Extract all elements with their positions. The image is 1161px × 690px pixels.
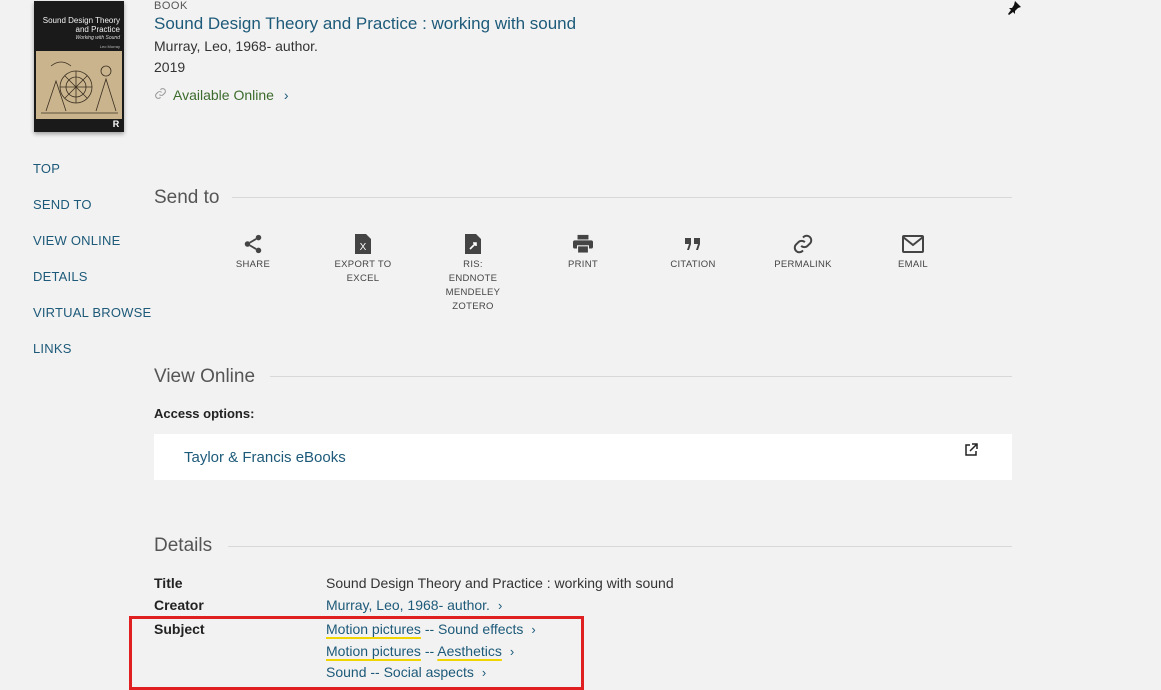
access-options-label: Access options: <box>154 406 255 421</box>
share-button[interactable]: SHARE <box>218 232 288 272</box>
subject-highlight-box <box>129 616 584 690</box>
nav-details[interactable]: DETAILS <box>33 268 151 304</box>
divider <box>232 197 1012 198</box>
external-link-icon[interactable] <box>964 443 978 462</box>
cover-author: Leo Murray <box>99 44 120 49</box>
nav-virtual-browse[interactable]: VIRTUAL BROWSE <box>33 304 151 340</box>
chevron-right-icon: › <box>283 87 289 103</box>
details-heading: Details <box>154 535 213 556</box>
excel-icon: X <box>328 232 398 256</box>
nav-view-online[interactable]: VIEW ONLINE <box>33 232 151 268</box>
availability-text: Available Online <box>173 87 274 103</box>
citation-label: CITATION <box>670 259 716 270</box>
print-label: PRINT <box>568 259 598 270</box>
chevron-right-icon: › <box>497 598 503 613</box>
creator-label: Creator <box>154 597 204 613</box>
export-excel-label: EXPORT TO EXCEL <box>334 259 392 284</box>
nav-send-to[interactable]: SEND TO <box>33 196 151 232</box>
link-icon <box>768 232 838 256</box>
record-title[interactable]: Sound Design Theory and Practice : worki… <box>154 14 576 34</box>
view-online-heading: View Online <box>154 366 256 387</box>
nav-links[interactable]: LINKS <box>33 340 151 376</box>
link-icon <box>154 87 167 103</box>
divider <box>228 546 1012 547</box>
svg-text:X: X <box>360 242 367 253</box>
quote-icon <box>658 232 728 256</box>
cover-subtitle: Working with Sound <box>75 35 120 41</box>
access-option-row[interactable]: Taylor & Francis eBooks <box>154 434 1012 480</box>
provider-link[interactable]: Taylor & Francis eBooks <box>184 449 346 466</box>
resource-type: BOOK <box>154 0 188 12</box>
ris-export-button[interactable]: RIS: ENDNOTE MENDELEY ZOTERO <box>438 232 508 314</box>
record-year: 2019 <box>154 59 186 75</box>
title-label: Title <box>154 575 183 591</box>
creator-link-text: Murray, Leo, 1968- author. <box>326 597 490 613</box>
print-button[interactable]: PRINT <box>548 232 618 272</box>
pin-icon[interactable] <box>1006 0 1022 16</box>
book-cover[interactable]: Sound Design Theory and Practice Working… <box>34 1 124 132</box>
creator-link[interactable]: Murray, Leo, 1968- author. › <box>326 597 502 613</box>
print-icon <box>548 232 618 256</box>
section-nav: TOP SEND TO VIEW ONLINE DETAILS VIRTUAL … <box>33 160 151 376</box>
export-excel-button[interactable]: X EXPORT TO EXCEL <box>328 232 398 286</box>
email-button[interactable]: EMAIL <box>878 232 948 272</box>
email-label: EMAIL <box>897 259 928 270</box>
cover-title: Sound Design Theory and Practice <box>42 16 120 34</box>
share-icon <box>218 232 288 256</box>
publisher-logo: R <box>112 119 120 129</box>
record-creator: Murray, Leo, 1968- author. <box>154 38 318 54</box>
share-label: SHARE <box>235 259 271 270</box>
permalink-label: PERMALINK <box>774 259 832 270</box>
send-to-heading: Send to <box>154 187 220 208</box>
ris-export-label: RIS: ENDNOTE MENDELEY ZOTERO <box>445 259 501 312</box>
cover-artwork <box>36 51 122 119</box>
divider <box>270 376 1012 377</box>
citation-button[interactable]: CITATION <box>658 232 728 272</box>
availability-link[interactable]: Available Online › <box>154 87 289 103</box>
email-icon <box>878 232 948 256</box>
title-value: Sound Design Theory and Practice : worki… <box>326 575 674 591</box>
nav-top[interactable]: TOP <box>33 160 151 196</box>
ris-file-icon <box>438 232 508 256</box>
permalink-button[interactable]: PERMALINK <box>768 232 838 272</box>
